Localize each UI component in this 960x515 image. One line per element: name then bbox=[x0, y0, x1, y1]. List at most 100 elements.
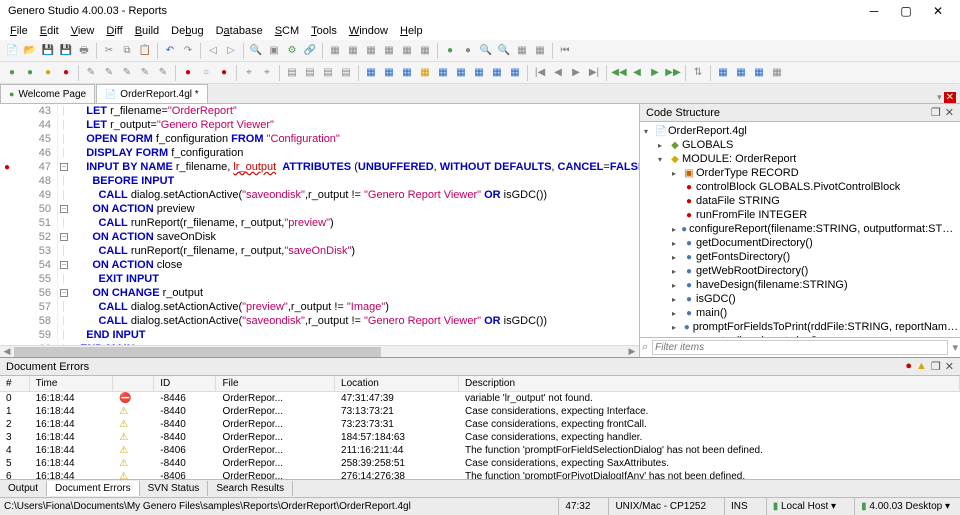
error-row[interactable]: 516:18:44⚠-8440OrderRepor...258:39:258:5… bbox=[0, 457, 960, 470]
layout3-icon[interactable]: ▦ bbox=[751, 65, 767, 81]
forms8-icon[interactable]: ▦ bbox=[489, 65, 505, 81]
wand4-icon[interactable]: ✎ bbox=[137, 65, 153, 81]
nav-first-icon[interactable]: |◀ bbox=[532, 65, 548, 81]
db2-icon[interactable]: 🔍 bbox=[496, 43, 512, 59]
tab-list-icon[interactable]: ▾ bbox=[937, 92, 942, 103]
forms3-icon[interactable]: ▦ bbox=[399, 65, 415, 81]
bp3-icon[interactable]: ● bbox=[216, 65, 232, 81]
errors-table[interactable]: #TimeIDFileLocationDescription 016:18:44… bbox=[0, 376, 960, 479]
bp-icon[interactable]: ● bbox=[180, 65, 196, 81]
panel-restore2-icon[interactable]: ❐ bbox=[931, 360, 941, 373]
hier2-icon[interactable]: ▤ bbox=[302, 65, 318, 81]
nav-b-icon[interactable]: ◀ bbox=[629, 65, 645, 81]
hier3-icon[interactable]: ▤ bbox=[320, 65, 336, 81]
open-icon[interactable]: 📂 bbox=[22, 43, 38, 59]
layout4-icon[interactable]: ▦ bbox=[769, 65, 785, 81]
tab-close-icon[interactable]: ✕ bbox=[944, 92, 956, 103]
menu-view[interactable]: View bbox=[65, 25, 101, 37]
forward-icon[interactable]: ▷ bbox=[223, 43, 239, 59]
menu-tools[interactable]: Tools bbox=[305, 25, 343, 37]
status-version[interactable]: ▮ 4.00.03 Desktop ▾ bbox=[854, 498, 956, 515]
layout-icon[interactable]: ▦ bbox=[715, 65, 731, 81]
tab-active-file[interactable]: 📄 OrderReport.4gl * bbox=[96, 84, 208, 103]
forms5-icon[interactable]: ▦ bbox=[435, 65, 451, 81]
tab-welcome[interactable]: ● Welcome Page bbox=[0, 84, 95, 103]
menu-window[interactable]: Window bbox=[343, 25, 394, 37]
warn-count-icon[interactable]: ▲ bbox=[916, 360, 927, 373]
find-icon[interactable]: 🔍 bbox=[248, 43, 264, 59]
tree-item[interactable]: ▸●getFontsDirectory() bbox=[640, 250, 960, 264]
maximize-button[interactable]: ▢ bbox=[896, 4, 916, 18]
tree-item[interactable]: ●dataFile STRING bbox=[640, 194, 960, 208]
stop-run-icon[interactable]: ● bbox=[58, 65, 74, 81]
code-structure-tree[interactable]: ▾📄OrderReport.4gl▸◆GLOBALS▾◆MODULE: Orde… bbox=[640, 122, 960, 337]
nav-prev-icon[interactable]: ◀ bbox=[550, 65, 566, 81]
db3-icon[interactable]: ▦ bbox=[514, 43, 530, 59]
menu-edit[interactable]: Edit bbox=[34, 25, 65, 37]
layout2-icon[interactable]: ▦ bbox=[733, 65, 749, 81]
compile-icon[interactable]: ⚙ bbox=[284, 43, 300, 59]
copy-icon[interactable]: ⧉ bbox=[119, 43, 135, 59]
forms4-icon[interactable]: ▦ bbox=[417, 65, 433, 81]
wand5-icon[interactable]: ✎ bbox=[155, 65, 171, 81]
tree-item[interactable]: ▸●isGDC() bbox=[640, 292, 960, 306]
forms6-icon[interactable]: ▦ bbox=[453, 65, 469, 81]
panel-restore-icon[interactable]: ❐ bbox=[931, 106, 941, 119]
tgt-icon[interactable]: ⌖ bbox=[259, 65, 275, 81]
error-row[interactable]: 016:18:44⛔-8446OrderRepor...47:31:47:39v… bbox=[0, 392, 960, 406]
save-icon[interactable]: 💾 bbox=[40, 43, 56, 59]
tree-item[interactable]: ▸◆GLOBALS bbox=[640, 138, 960, 152]
run-icon[interactable]: ● bbox=[4, 65, 20, 81]
nav-last-icon[interactable]: ▶| bbox=[586, 65, 602, 81]
new-icon[interactable]: 📄 bbox=[4, 43, 20, 59]
grey-icon[interactable]: ● bbox=[460, 43, 476, 59]
undo-icon[interactable]: ↶ bbox=[162, 43, 178, 59]
nav-d-icon[interactable]: ▶▶ bbox=[665, 65, 681, 81]
tree-item[interactable]: ▾◆MODULE: OrderReport bbox=[640, 152, 960, 166]
panel-close2-icon[interactable]: ✕ bbox=[945, 360, 954, 373]
forms-icon[interactable]: ▦ bbox=[363, 65, 379, 81]
proj2-icon[interactable]: ▦ bbox=[345, 43, 361, 59]
menu-debug[interactable]: Debug bbox=[165, 25, 209, 37]
warn-icon[interactable]: ● bbox=[40, 65, 56, 81]
back-icon[interactable]: ◁ bbox=[205, 43, 221, 59]
bottom-tab[interactable]: Document Errors bbox=[47, 481, 140, 496]
proj4-icon[interactable]: ▦ bbox=[381, 43, 397, 59]
tree-item[interactable]: ▸●promptForFieldsToPrint(rddFile:STRING,… bbox=[640, 320, 960, 334]
skip-back-icon[interactable]: ⏮ bbox=[557, 43, 573, 59]
filter-input[interactable] bbox=[652, 340, 948, 355]
scroll-right-icon[interactable]: ▶ bbox=[625, 346, 639, 357]
menu-diff[interactable]: Diff bbox=[100, 25, 128, 37]
error-row[interactable]: 416:18:44⚠-8406OrderRepor...211:16:211:4… bbox=[0, 444, 960, 457]
tree-item[interactable]: ●runFromFile INTEGER bbox=[640, 208, 960, 222]
tree-item[interactable]: ▸●main() bbox=[640, 306, 960, 320]
forms9-icon[interactable]: ▦ bbox=[507, 65, 523, 81]
hier-icon[interactable]: ▤ bbox=[284, 65, 300, 81]
editor-hscrollbar[interactable]: ◀ ▶ bbox=[0, 345, 639, 357]
saveall-icon[interactable]: 💾 bbox=[58, 43, 74, 59]
tree-item[interactable]: ▸●haveDesign(filename:STRING) bbox=[640, 278, 960, 292]
paste-icon[interactable]: 📋 bbox=[137, 43, 153, 59]
menu-database[interactable]: Database bbox=[210, 25, 269, 37]
close-button[interactable]: ✕ bbox=[928, 4, 948, 18]
nav-next-icon[interactable]: ▶ bbox=[568, 65, 584, 81]
bottom-tab[interactable]: Search Results bbox=[208, 481, 293, 496]
filter-menu-icon[interactable]: ▾ bbox=[952, 341, 958, 354]
menu-help[interactable]: Help bbox=[394, 25, 429, 37]
menu-scm[interactable]: SCM bbox=[269, 25, 305, 37]
error-count-icon[interactable]: ● bbox=[905, 360, 912, 373]
redo-icon[interactable]: ↷ bbox=[180, 43, 196, 59]
nav-a-icon[interactable]: ◀◀ bbox=[611, 65, 627, 81]
tree-item[interactable]: ▸●configureReport(filename:STRING, outpu… bbox=[640, 222, 960, 236]
ok-icon[interactable]: ● bbox=[442, 43, 458, 59]
bp2-icon[interactable]: ○ bbox=[198, 65, 214, 81]
db4-icon[interactable]: ▦ bbox=[532, 43, 548, 59]
menu-file[interactable]: File bbox=[4, 25, 34, 37]
diff-icon[interactable]: ⇅ bbox=[690, 65, 706, 81]
wand2-icon[interactable]: ✎ bbox=[101, 65, 117, 81]
db-icon[interactable]: 🔍 bbox=[478, 43, 494, 59]
proj3-icon[interactable]: ▦ bbox=[363, 43, 379, 59]
bottom-tab[interactable]: Output bbox=[0, 481, 47, 496]
tree-item[interactable]: ▸▣OrderType RECORD bbox=[640, 166, 960, 180]
error-row[interactable]: 116:18:44⚠-8440OrderRepor...73:13:73:21C… bbox=[0, 405, 960, 418]
